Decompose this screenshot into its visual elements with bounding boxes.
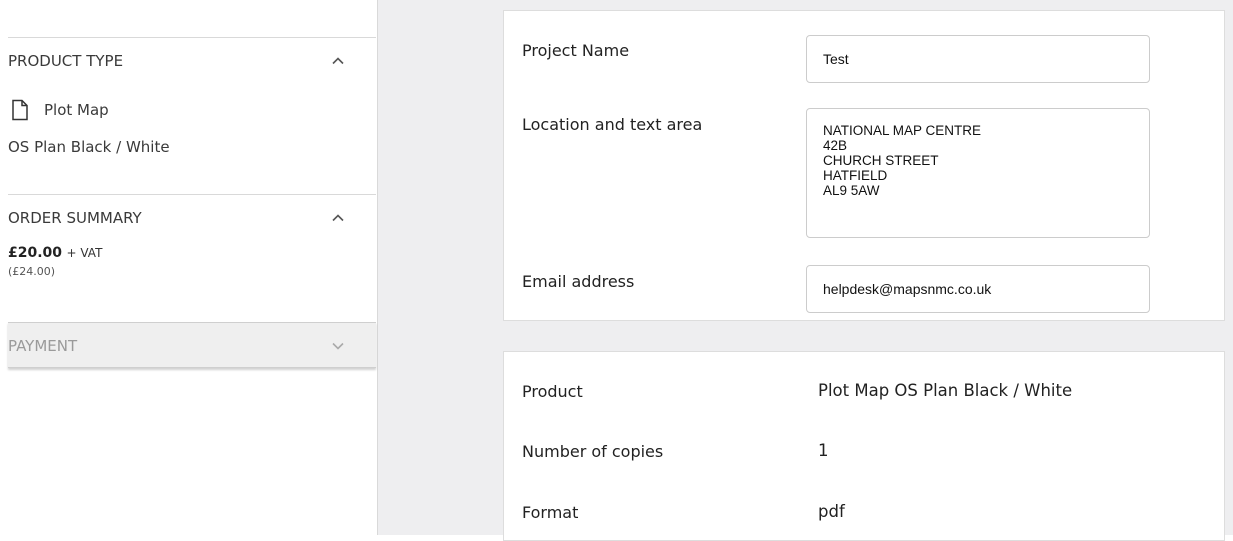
document-icon: [8, 98, 32, 122]
email-input[interactable]: [806, 265, 1150, 313]
summary-value-copies: 1: [818, 441, 829, 460]
product-name: Plot Map: [44, 101, 109, 119]
summary-value-format: pdf: [818, 502, 845, 521]
order-total-inc-vat: (£24.00): [8, 265, 56, 278]
summary-label-copies: Number of copies: [522, 442, 664, 461]
summary-label-product: Product: [522, 382, 583, 401]
order-summary-section: ORDER SUMMARY £20.00 + VAT (£24.00): [8, 194, 376, 322]
summary-label-format: Format: [522, 503, 579, 522]
product-item: Plot Map: [8, 96, 376, 124]
project-name-label: Project Name: [522, 41, 630, 60]
payment-section[interactable]: PAYMENT: [8, 322, 376, 368]
payment-title: PAYMENT: [8, 337, 78, 355]
email-label: Email address: [522, 272, 635, 291]
chevron-down-icon[interactable]: [330, 338, 346, 354]
price-line: £20.00 + VAT: [8, 245, 376, 261]
product-type-title: PRODUCT TYPE: [8, 52, 124, 70]
sidebar: PRODUCT TYPE Plot Map OS Plan Black / Wh…: [0, 0, 378, 535]
vat-label: + VAT: [66, 246, 103, 260]
location-label: Location and text area: [522, 115, 703, 134]
order-summary-header[interactable]: ORDER SUMMARY: [8, 195, 376, 241]
main-content: Project Name Location and text area NATI…: [378, 0, 1233, 541]
order-details-card: Product Plot Map OS Plan Black / White N…: [503, 351, 1225, 541]
location-textarea[interactable]: NATIONAL MAP CENTRE 42B CHURCH STREET HA…: [806, 108, 1150, 238]
project-details-card: Project Name Location and text area NATI…: [503, 10, 1225, 321]
order-price: £20.00: [8, 245, 63, 261]
order-summary-title: ORDER SUMMARY: [8, 209, 142, 227]
summary-value-product: Plot Map OS Plan Black / White: [818, 381, 1073, 400]
product-type-header[interactable]: PRODUCT TYPE: [8, 38, 376, 84]
payment-header[interactable]: PAYMENT: [8, 323, 376, 369]
project-name-input[interactable]: [806, 35, 1150, 83]
product-type-section: PRODUCT TYPE Plot Map OS Plan Black / Wh…: [8, 37, 376, 195]
chevron-up-icon[interactable]: [330, 53, 346, 69]
product-variant: OS Plan Black / White: [8, 138, 170, 156]
chevron-up-icon[interactable]: [330, 210, 346, 226]
